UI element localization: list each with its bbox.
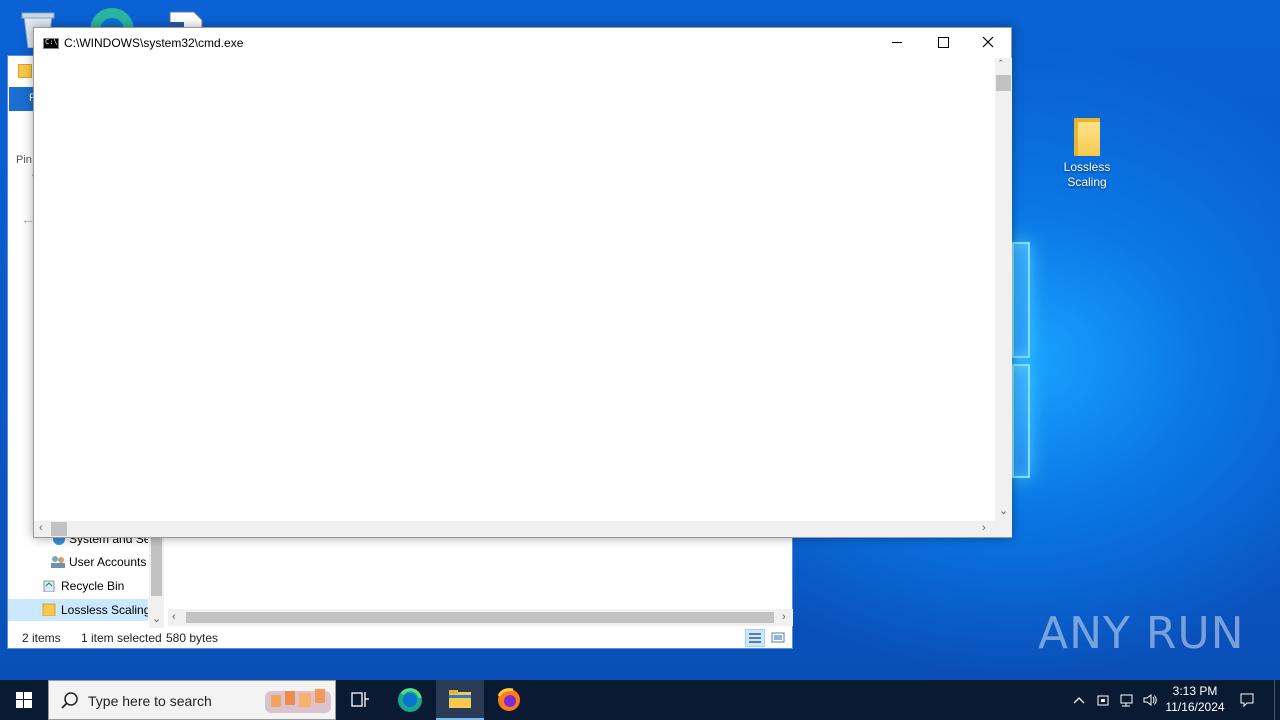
taskbar-file-explorer-button[interactable] <box>436 680 484 720</box>
console-output-area[interactable] <box>34 58 995 521</box>
windows-start-icon <box>16 692 32 708</box>
selection-size: 580 bytes <box>166 631 219 645</box>
network-icon <box>1120 694 1133 707</box>
folder-icon <box>42 603 56 616</box>
notifications-icon <box>1240 693 1254 708</box>
search-icon <box>61 692 78 709</box>
large-icons-view-icon <box>771 632 785 643</box>
scroll-up-arrow-icon[interactable]: ˆ <box>999 60 1003 71</box>
quick-access-folder-icon[interactable] <box>18 64 32 78</box>
recycle-bin-icon <box>43 580 55 592</box>
nav-item-label: Lossless Scaling <box>61 603 148 617</box>
scroll-right-arrow-icon[interactable]: › <box>782 612 786 623</box>
cmd-icon <box>43 38 59 49</box>
clock-date: 11/16/2024 <box>1165 700 1225 714</box>
volume-icon <box>1143 694 1157 706</box>
search-highlight-art-icon <box>265 689 331 713</box>
scroll-right-arrow-icon[interactable]: › <box>982 523 986 534</box>
close-icon <box>982 36 994 48</box>
scroll-down-arrow-icon[interactable]: ⌄ <box>999 506 1008 517</box>
status-bar: 2 items 1 item selected 580 bytes <box>8 628 792 648</box>
scroll-left-arrow-icon[interactable]: ‹ <box>39 523 43 534</box>
scroll-down-arrow-icon[interactable]: ⌄ <box>152 614 161 625</box>
console-horizontal-scrollbar[interactable]: ‹ › <box>34 521 995 537</box>
task-view-button[interactable] <box>336 680 384 720</box>
folder-icon <box>1072 118 1102 156</box>
search-placeholder: Type here to search <box>88 693 212 709</box>
nav-item-label: Recycle Bin <box>61 579 125 593</box>
tray-device-icon[interactable] <box>1095 692 1111 708</box>
pin-label: Pin <box>16 154 32 166</box>
desktop-icon-label: Lossless Scaling <box>1063 160 1111 189</box>
tray-network-icon[interactable] <box>1119 692 1135 708</box>
notifications-button[interactable] <box>1239 692 1255 708</box>
resize-grip-icon[interactable] <box>995 521 1012 537</box>
firefox-icon <box>497 688 520 711</box>
task-view-icon <box>351 692 369 707</box>
clock-time: 3:13 PM <box>1172 684 1218 698</box>
cmd-window: C:\WINDOWS\system32\cmd.exe ˆ ⌄ ‹ › <box>33 27 1012 538</box>
show-hidden-icons-chevron-icon[interactable] <box>1071 692 1087 708</box>
taskbar-search-box[interactable]: Type here to search <box>48 680 336 720</box>
scrollbar-thumb[interactable] <box>51 522 67 536</box>
device-icon <box>1097 695 1109 706</box>
scrollbar-thumb[interactable] <box>151 538 162 596</box>
show-desktop-button[interactable] <box>1274 680 1280 720</box>
close-button[interactable] <box>965 28 1011 58</box>
scroll-left-arrow-icon[interactable]: ‹ <box>172 612 176 623</box>
anyrun-watermark: ANY RUN <box>1038 608 1245 659</box>
windows-logo-pane <box>1012 242 1030 358</box>
window-title: C:\WINDOWS\system32\cmd.exe <box>64 36 244 50</box>
clock[interactable]: 3:13 PM 11/16/2024 <box>1160 684 1230 714</box>
content-horizontal-scrollbar[interactable]: ‹ › <box>168 609 793 626</box>
nav-item-user-accounts[interactable]: User Accounts <box>8 551 148 573</box>
minimize-icon <box>892 42 902 43</box>
scrollbar-thumb[interactable] <box>186 612 774 623</box>
nav-item-recycle-bin[interactable]: Recycle Bin <box>8 575 148 597</box>
maximize-icon <box>938 37 949 48</box>
minimize-button[interactable] <box>874 28 920 58</box>
desktop-icon-lossless-scaling[interactable]: Lossless Scaling <box>1052 118 1122 190</box>
users-icon <box>51 556 65 568</box>
taskbar: Type here to search 3:13 PM 11/16/2024 <box>0 680 1280 720</box>
tray-volume-icon[interactable] <box>1142 692 1158 708</box>
nav-pane-scrollbar[interactable]: ⌄ <box>149 538 164 628</box>
item-count: 2 items <box>22 631 61 645</box>
chevron-up-icon <box>1073 697 1085 704</box>
selection-count: 1 item selected <box>81 631 162 645</box>
taskbar-firefox-button[interactable] <box>485 680 533 720</box>
edge-icon <box>398 688 422 712</box>
details-view-icon <box>749 633 761 643</box>
nav-item-lossless-scaling[interactable]: Lossless Scaling <box>8 599 148 621</box>
start-button[interactable] <box>0 680 48 720</box>
scrollbar-thumb[interactable] <box>996 75 1011 91</box>
nav-item-label: User Accounts <box>69 555 147 569</box>
details-view-button[interactable] <box>745 629 765 647</box>
large-icons-view-button[interactable] <box>768 629 788 647</box>
cmd-titlebar[interactable]: C:\WINDOWS\system32\cmd.exe <box>34 28 1011 58</box>
taskbar-edge-button[interactable] <box>386 680 434 720</box>
maximize-button[interactable] <box>920 28 966 58</box>
windows-logo-pane <box>1012 364 1030 478</box>
console-vertical-scrollbar[interactable]: ˆ ⌄ <box>995 58 1012 521</box>
file-explorer-icon <box>449 690 471 708</box>
